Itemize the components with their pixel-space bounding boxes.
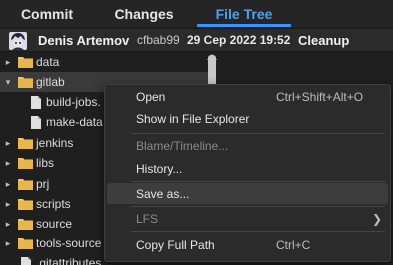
menu-item-open[interactable]: Open Ctrl+Shift+Alt+O <box>107 86 388 107</box>
menu-item-label: History... <box>136 161 183 176</box>
tree-item-label: build-jobs. <box>46 95 101 109</box>
tab-commit[interactable]: Commit <box>0 0 94 27</box>
commit-author: Denis Artemov <box>38 32 130 48</box>
tree-item-label: make-data <box>46 115 103 129</box>
menu-item-lfs[interactable]: LFS ❯ <box>107 208 388 229</box>
menu-separator <box>131 231 385 232</box>
menu-item-shortcut: Ctrl+Shift+Alt+O <box>276 89 364 104</box>
menu-item-copy-full-path[interactable]: Copy Full Path Ctrl+C <box>107 234 388 255</box>
tree-item-label: prj <box>36 177 50 191</box>
folder-icon <box>18 138 33 149</box>
menu-item-label: Open <box>136 89 166 104</box>
folder-icon <box>18 57 33 68</box>
menu-item-label: Save as... <box>136 186 190 201</box>
menu-item-label: Copy Full Path <box>136 237 215 252</box>
menu-item-shortcut: Ctrl+C <box>276 237 311 252</box>
folder-icon <box>18 179 33 190</box>
commit-header: Denis Artemov cfbab99 29 Cep 2022 19:52 … <box>0 28 393 52</box>
menu-item-blame-timeline[interactable]: Blame/Timeline... <box>107 135 388 156</box>
folder-icon <box>18 238 33 249</box>
tree-item-data[interactable]: ▸ data <box>0 52 210 72</box>
chevron-right-icon[interactable]: ▸ <box>3 194 13 214</box>
chevron-right-icon: ❯ <box>371 211 382 226</box>
commit-message: Cleanup <box>298 32 350 48</box>
context-menu: Open Ctrl+Shift+Alt+O Show in File Explo… <box>104 84 391 262</box>
menu-separator <box>131 133 385 134</box>
chevron-right-icon[interactable]: ▸ <box>3 174 13 194</box>
chevron-right-icon[interactable]: ▸ <box>3 133 13 153</box>
chevron-right-icon[interactable]: ▸ <box>3 153 13 173</box>
tab-changes[interactable]: Changes <box>94 0 194 27</box>
tree-item-label: scripts <box>36 197 71 211</box>
menu-item-show-in-file-explorer[interactable]: Show in File Explorer <box>107 108 388 129</box>
folder-open-icon <box>18 77 33 88</box>
commit-hash[interactable]: cfbab99 <box>137 33 180 47</box>
file-icon <box>21 257 31 265</box>
folder-icon <box>18 199 33 210</box>
avatar <box>9 32 27 50</box>
menu-item-save-as[interactable]: Save as... <box>107 183 388 204</box>
menu-item-label: LFS <box>136 211 159 226</box>
commit-date: 29 Cep 2022 19:52 <box>187 33 291 47</box>
menu-separator <box>131 206 385 207</box>
folder-icon <box>18 219 33 230</box>
tree-item-label: jenkins <box>36 136 74 150</box>
tree-item-label: gitlab <box>36 75 65 89</box>
folder-icon <box>18 158 33 169</box>
chevron-down-icon[interactable]: ▾ <box>3 72 13 92</box>
chevron-right-icon[interactable]: ▸ <box>3 214 13 234</box>
menu-item-label: Show in File Explorer <box>136 111 250 126</box>
tab-bar: Commit Changes File Tree <box>0 0 393 27</box>
tree-item-label: source <box>36 217 73 231</box>
file-icon <box>31 116 41 129</box>
tree-item-label: libs <box>36 156 55 170</box>
menu-separator <box>131 181 385 182</box>
menu-item-history[interactable]: History... <box>107 158 388 179</box>
tree-item-label: .gitattributes <box>36 256 102 265</box>
tree-item-label: data <box>36 55 60 69</box>
tab-file-tree[interactable]: File Tree <box>194 0 294 27</box>
menu-item-label: Blame/Timeline... <box>136 138 229 153</box>
chevron-right-icon[interactable]: ▸ <box>3 233 13 253</box>
tree-item-label: tools-source <box>36 236 102 250</box>
chevron-right-icon[interactable]: ▸ <box>3 52 13 72</box>
file-icon <box>31 96 41 109</box>
